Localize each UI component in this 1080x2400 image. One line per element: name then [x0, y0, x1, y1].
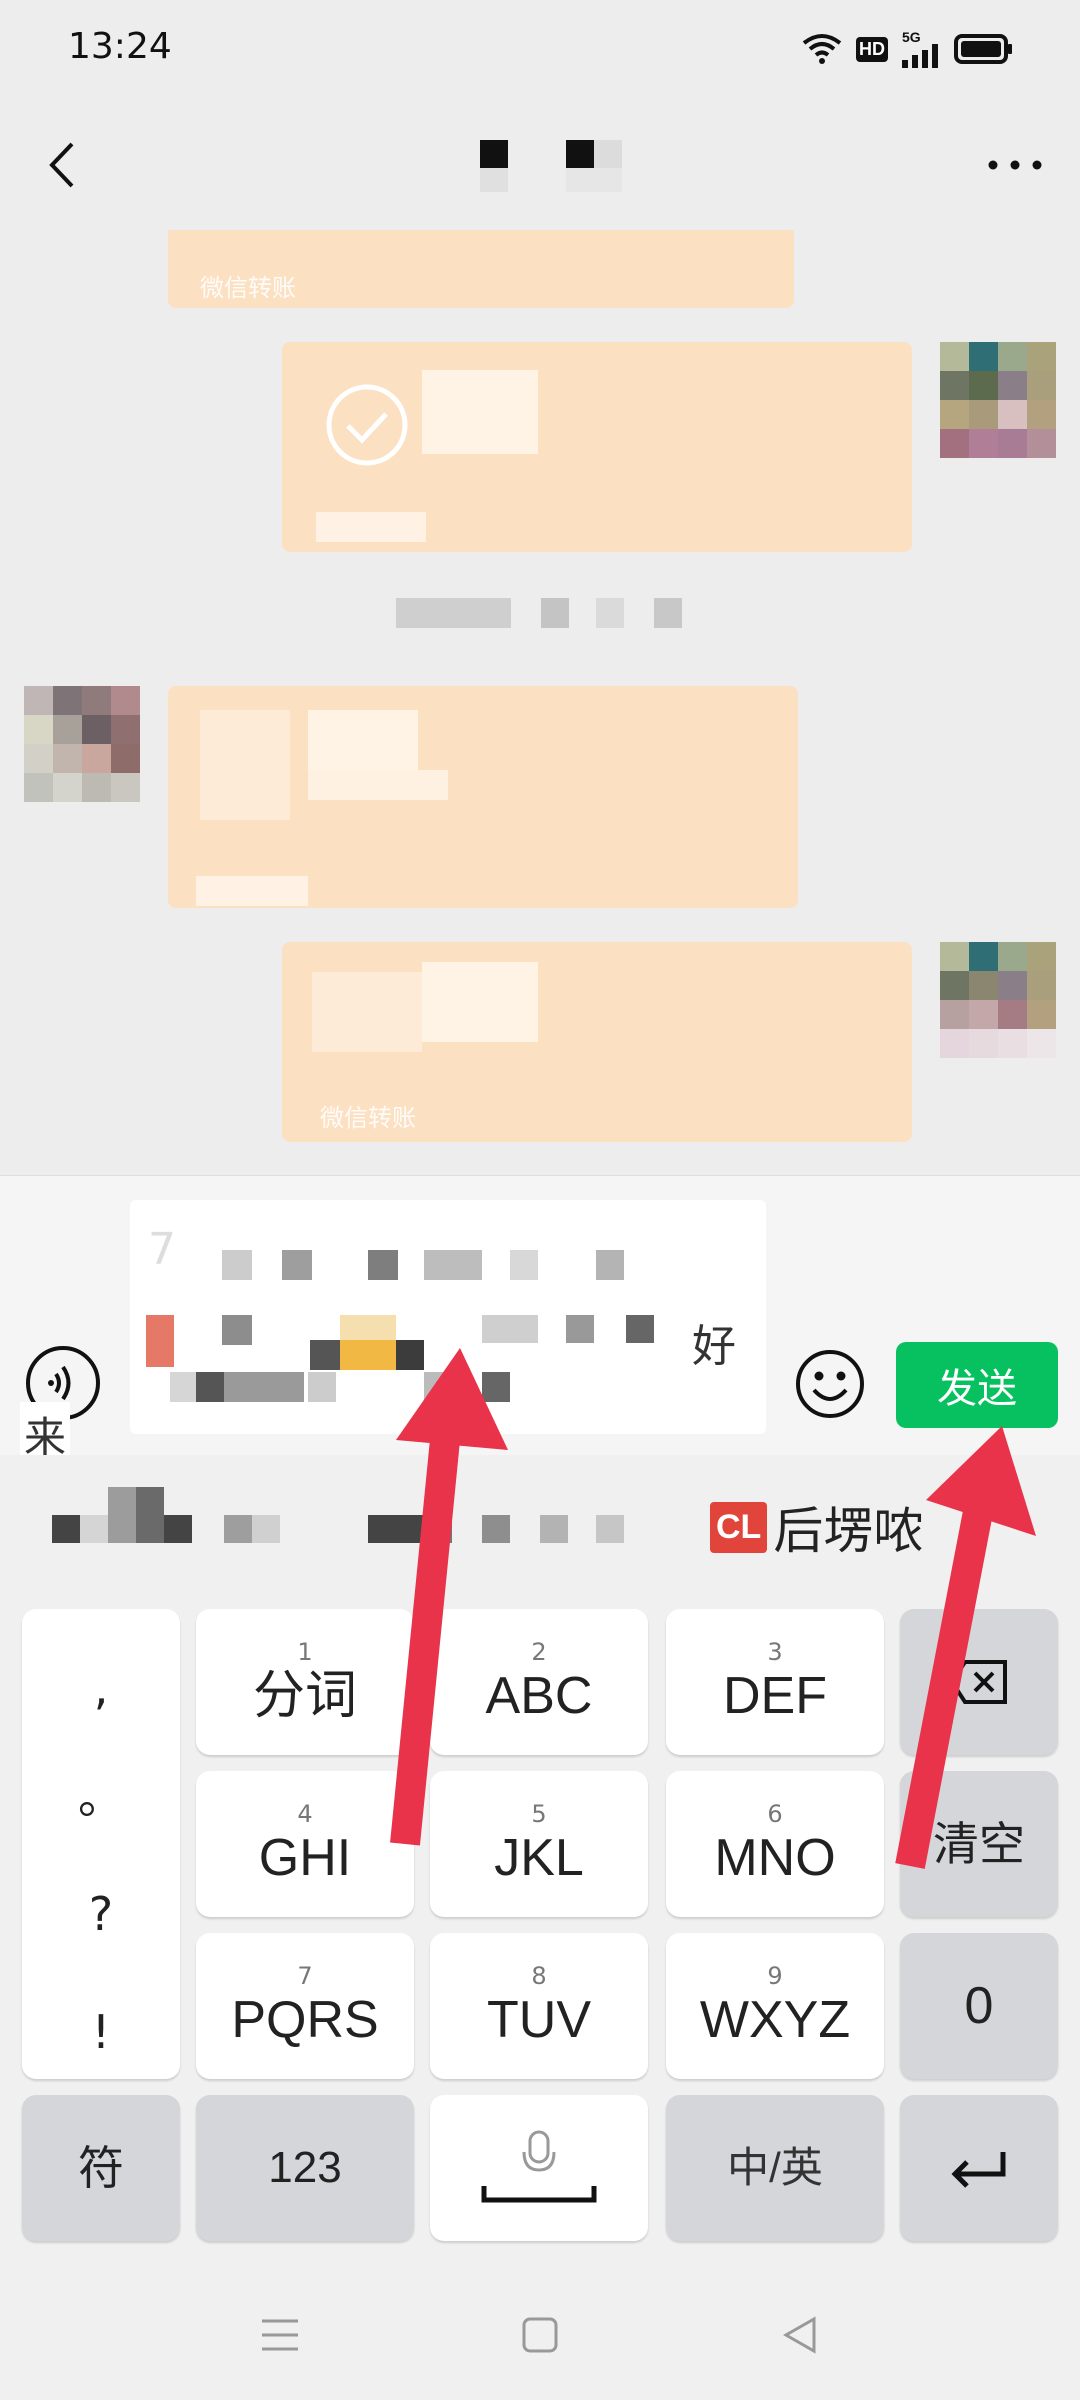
key-1[interactable]: 1 分词 — [196, 1609, 414, 1755]
candidate-first-char: 7 — [148, 1224, 176, 1275]
back-button[interactable] — [30, 130, 100, 200]
suggestion-word: 后塄哝 — [773, 1502, 924, 1560]
language-switch-key[interactable]: 中/英 — [666, 2095, 884, 2241]
cl-badge: CL — [710, 1501, 768, 1553]
hd-icon: HD — [856, 36, 888, 62]
numeric-key[interactable]: 123 — [196, 2095, 414, 2241]
avatar[interactable] — [940, 942, 1056, 1058]
emoji-button[interactable] — [794, 1348, 866, 1420]
menu-icon — [262, 2319, 298, 2351]
battery-icon — [954, 34, 1014, 64]
backspace-key[interactable] — [900, 1609, 1058, 1755]
transfer-received-message[interactable] — [282, 342, 912, 552]
system-nav-bar — [0, 2265, 1080, 2400]
pixelated-amount — [422, 370, 538, 454]
punctuation-column[interactable]: , 。 ? ! — [22, 1609, 180, 2079]
transfer-caption: 微信转账 — [200, 274, 296, 302]
punct-exclaim[interactable]: ! — [22, 2005, 180, 2059]
menu-button[interactable] — [250, 2305, 310, 2365]
punct-question[interactable]: ? — [22, 1887, 180, 1941]
punct-period[interactable]: 。 — [22, 1761, 180, 1827]
enter-key[interactable] — [900, 2095, 1058, 2241]
home-button[interactable] — [510, 2305, 570, 2365]
suggestion-strip[interactable]: CL 后塄哝 — [0, 1455, 1080, 1595]
key-2[interactable]: 2 ABC — [430, 1609, 648, 1755]
status-icons: HD 5G — [802, 30, 1014, 68]
wifi-icon — [802, 33, 842, 65]
chat-area[interactable]: 微信转账 微信转账 — [0, 230, 1080, 1175]
key-9[interactable]: 9 WXYZ — [666, 1933, 884, 2079]
symbol-key[interactable]: 符 — [22, 2095, 180, 2241]
signal-5g-icon: 5G — [902, 30, 940, 68]
key-0[interactable]: 0 — [900, 1933, 1058, 2079]
microphone-icon — [481, 2130, 597, 2203]
back-nav-button[interactable] — [770, 2305, 830, 2365]
check-circle-icon — [326, 384, 408, 466]
key-7[interactable]: 7 PQRS — [196, 1933, 414, 2079]
key-3[interactable]: 3 DEF — [666, 1609, 884, 1755]
text-message[interactable] — [168, 686, 798, 908]
status-time: 13:24 — [68, 26, 172, 67]
clear-key[interactable]: 清空 — [900, 1771, 1058, 1917]
emoji-icon — [796, 1350, 864, 1418]
send-button[interactable]: 发送 — [896, 1342, 1058, 1428]
more-dots-icon — [988, 160, 1042, 170]
transfer-message[interactable]: 微信转账 — [168, 230, 794, 308]
key-6[interactable]: 6 MNO — [666, 1771, 884, 1917]
key-5[interactable]: 5 JKL — [430, 1771, 648, 1917]
home-icon — [522, 2317, 558, 2353]
backspace-icon — [949, 1660, 1007, 1704]
punct-comma[interactable]: , — [22, 1661, 180, 1715]
transfer-message[interactable]: 微信转账 — [282, 942, 912, 1142]
enter-icon — [951, 2152, 1006, 2188]
pixelated-timestamp — [396, 598, 686, 628]
t9-keyboard: , 。 ? ! 1 分词 2 ABC 3 DEF 4 GHI 5 JKL 6 M… — [0, 1595, 1080, 2265]
back-triangle-icon — [782, 2316, 816, 2354]
more-options-button[interactable] — [980, 130, 1050, 200]
key-4[interactable]: 4 GHI — [196, 1771, 414, 1917]
status-bar: 13:24 HD 5G — [0, 0, 1080, 100]
title-bar — [0, 100, 1080, 230]
input-candidate-panel[interactable]: 7 好 — [130, 1200, 766, 1434]
avatar[interactable] — [940, 342, 1056, 458]
key-8[interactable]: 8 TUV — [430, 1933, 648, 2079]
avatar[interactable] — [24, 686, 140, 802]
space-key[interactable] — [430, 2095, 648, 2241]
suggestion-item[interactable]: CL 后塄哝 — [710, 1491, 923, 1563]
chevron-left-icon — [49, 142, 74, 188]
chat-title-pixelated — [480, 140, 630, 200]
pixelated-status — [316, 512, 426, 542]
input-bar: 7 好 来 发送 — [0, 1175, 1080, 1467]
candidate-tail: 好 — [692, 1321, 736, 1372]
transfer-caption: 微信转账 — [320, 1104, 416, 1132]
